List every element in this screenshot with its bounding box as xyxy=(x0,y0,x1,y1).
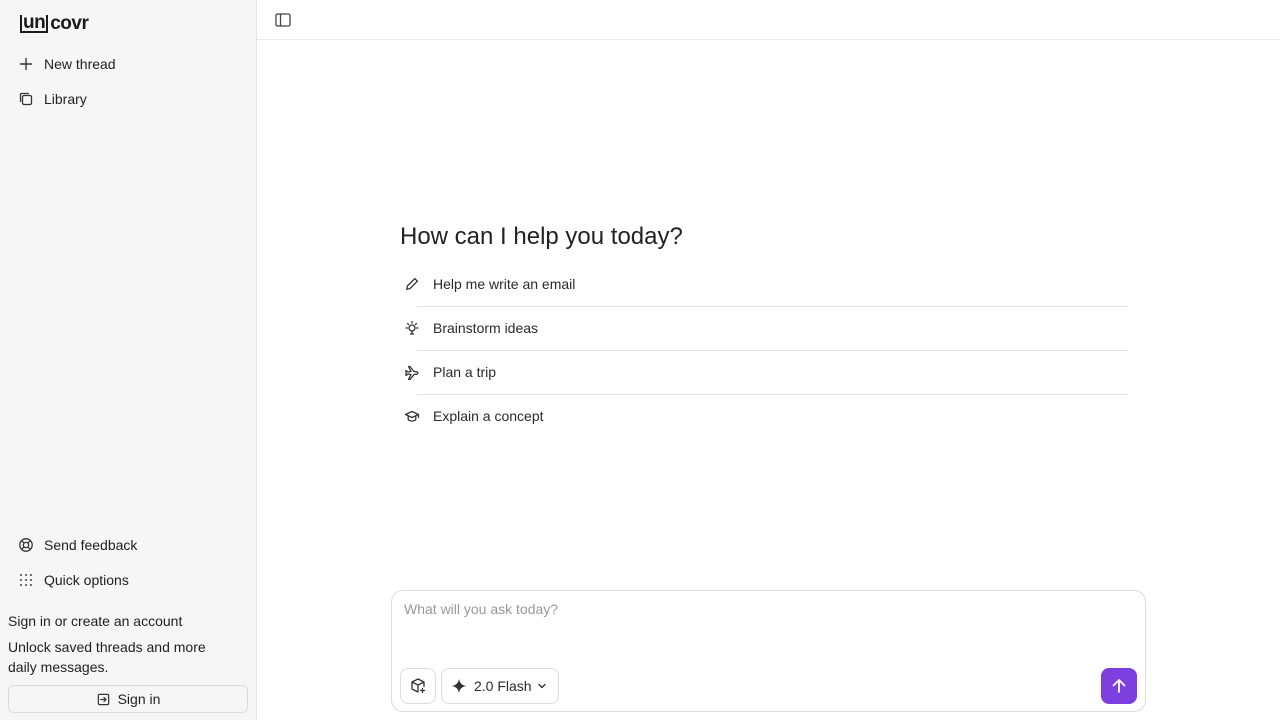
arrow-up-icon xyxy=(1112,679,1126,693)
logo-bracket: un xyxy=(20,13,49,33)
page-heading: How can I help you today? xyxy=(400,223,683,250)
suggestion-plan-trip[interactable]: Plan a trip xyxy=(400,350,1128,394)
send-feedback-button[interactable]: Send feedback xyxy=(8,529,248,561)
suggestion-label: Plan a trip xyxy=(433,364,497,380)
sidebar-toggle-icon xyxy=(275,13,291,27)
graduation-cap-icon xyxy=(404,408,420,424)
sidebar-toggle-button[interactable] xyxy=(274,11,292,29)
model-label: 2.0 Flash xyxy=(474,678,532,694)
prompt-input[interactable] xyxy=(404,601,1124,661)
signin-description: Unlock saved threads and more daily mess… xyxy=(8,639,206,675)
lightbulb-icon xyxy=(404,320,420,336)
sign-in-button[interactable]: Sign in xyxy=(8,685,248,713)
new-thread-label: New thread xyxy=(44,56,116,72)
sign-in-icon xyxy=(97,693,109,705)
suggestion-explain-concept[interactable]: Explain a concept xyxy=(400,394,1128,438)
logo[interactable]: un covr xyxy=(20,13,89,35)
composer: 2.0 Flash xyxy=(391,590,1146,712)
top-bar xyxy=(257,0,1280,40)
pencil-icon xyxy=(404,276,420,292)
library-icon xyxy=(18,91,34,107)
model-selector[interactable]: 2.0 Flash xyxy=(441,668,559,704)
grid-dots-icon xyxy=(18,572,34,588)
chevron-down-icon xyxy=(537,683,546,689)
app-root: uncovr New thread Library Send feedback xyxy=(0,0,1280,720)
quick-options-label: Quick options xyxy=(44,572,129,588)
plane-icon xyxy=(404,364,420,380)
attach-button[interactable] xyxy=(400,668,436,704)
suggestion-brainstorm[interactable]: Brainstorm ideas xyxy=(400,306,1128,350)
suggestion-label: Help me write an email xyxy=(433,276,576,292)
new-thread-button[interactable]: New thread xyxy=(8,48,248,80)
quick-options-button[interactable]: Quick options xyxy=(8,564,248,596)
main-area: How can I help you today? Help me write … xyxy=(257,0,1280,720)
sign-in-label: Sign in xyxy=(117,691,161,707)
send-button[interactable] xyxy=(1101,668,1137,704)
suggestion-write-email[interactable]: Help me write an email xyxy=(400,262,1128,306)
library-link[interactable]: Library xyxy=(8,83,248,115)
library-label: Library xyxy=(44,91,87,107)
lifebuoy-icon xyxy=(18,537,34,553)
signin-title: Sign in or create an account xyxy=(8,613,183,629)
sparkle-icon xyxy=(451,678,467,694)
plus-icon xyxy=(18,56,34,72)
suggestion-label: Explain a concept xyxy=(433,408,544,424)
sidebar: uncovr New thread Library Send feedback xyxy=(0,0,257,720)
box-plus-icon xyxy=(411,678,426,694)
send-feedback-label: Send feedback xyxy=(44,537,138,553)
logo-text: covr xyxy=(50,13,89,34)
suggestion-label: Brainstorm ideas xyxy=(433,320,539,336)
